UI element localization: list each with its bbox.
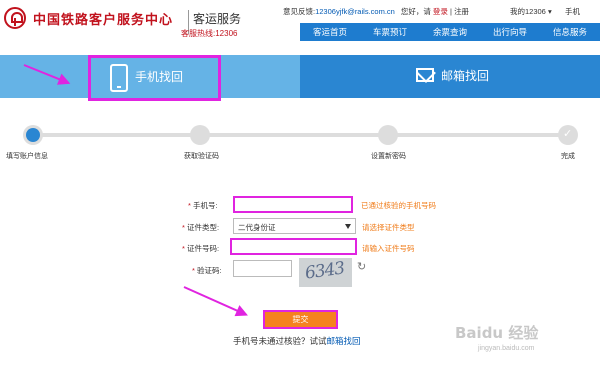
step-indicator-1 <box>23 125 43 145</box>
mobile-link[interactable]: 手机 <box>565 6 580 17</box>
idtype-hint: 请选择证件类型 <box>362 223 415 232</box>
my12306-menu[interactable]: 我的12306 ▾ <box>510 6 552 17</box>
idnum-label: * 证件号码: <box>182 244 220 253</box>
nav-item-remaining[interactable]: 余票查询 <box>433 26 467 38</box>
phone-hint: 已通过核验的手机号码 <box>361 201 436 210</box>
step-indicator-2 <box>190 125 210 145</box>
baidu-watermark: Baidu 经验 <box>455 324 539 342</box>
hotline: 客服热线:12306 <box>181 29 238 38</box>
brand-title[interactable]: 中国铁路客户服务中心 <box>33 9 173 28</box>
header: 中国铁路客户服务中心 客运服务 客服热线:12306 意见反馈:12306yjf… <box>0 0 600 42</box>
greeting: 您好，请 <box>400 7 431 16</box>
nav-item-guide[interactable]: 出行向导 <box>493 26 527 38</box>
login-link[interactable]: 登录 <box>433 7 448 16</box>
nav-item-info[interactable]: 信息服务 <box>553 26 587 38</box>
nav-item-home[interactable]: 客运首页 <box>313 26 347 38</box>
idtype-select[interactable]: 二代身份证 <box>233 218 356 234</box>
refresh-icon[interactable]: ↻ <box>357 260 366 273</box>
email-recovery-link[interactable]: 邮箱找回 <box>327 337 361 347</box>
register-link[interactable]: 注册 <box>454 7 469 16</box>
step-label-1: 填写账户信息 <box>6 153 48 160</box>
progress-track <box>32 133 568 137</box>
phone-label: * 手机号: <box>188 201 218 210</box>
step-indicator-3 <box>378 125 398 145</box>
feedback-email-link[interactable]: 12306yjfk@rails.com.cn <box>315 7 395 16</box>
captcha-image[interactable]: 6343 <box>299 258 352 287</box>
idtype-label: * 证件类型: <box>182 223 220 232</box>
idnum-hint: 请输入证件号码 <box>362 244 415 253</box>
feedback-label: 意见反馈: <box>283 7 316 16</box>
nav-item-booking[interactable]: 车票预订 <box>373 26 407 38</box>
captcha-input[interactable] <box>233 260 292 277</box>
link-separator: | <box>450 7 452 16</box>
step-indicator-4 <box>558 125 578 145</box>
main-nav: 客运首页 车票预订 余票查询 出行向导 信息服务 <box>300 23 600 41</box>
annotation-arrow-bottom <box>183 286 247 316</box>
idnum-input[interactable] <box>230 238 357 255</box>
phone-input[interactable] <box>233 196 353 213</box>
tab-email-label[interactable]: 邮箱找回 <box>441 67 489 84</box>
submit-button[interactable]: 提交 <box>263 310 338 329</box>
baidu-watermark-url: jingyan.baidu.com <box>478 345 535 352</box>
chevron-down-icon <box>345 224 351 229</box>
brand-subtitle: 客运服务 <box>193 12 242 26</box>
railway-logo-icon[interactable] <box>4 7 26 29</box>
envelope-icon <box>416 68 434 82</box>
captcha-label: * 验证码: <box>192 266 222 275</box>
step-label-3: 设置新密码 <box>371 153 406 160</box>
tab-highlight-box <box>88 55 221 101</box>
step-label-2: 获取验证码 <box>184 153 219 160</box>
footer-tip: 手机号未通过核验？试试邮箱找回 <box>233 337 361 347</box>
top-links: 意见反馈:12306yjfk@rails.com.cn 您好，请 登录 | 注册 <box>283 6 469 17</box>
step-label-4: 完成 <box>561 153 575 160</box>
